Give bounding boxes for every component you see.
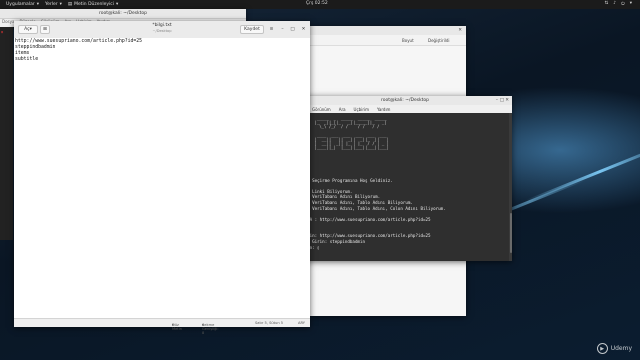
close-icon[interactable]: ✕ bbox=[505, 98, 509, 103]
prompt-glyph: ▮ bbox=[1, 30, 4, 34]
terminal-prompt-line: in: ▯ bbox=[302, 245, 508, 251]
applications-menu[interactable]: Uygulamalar ▾ bbox=[6, 2, 39, 7]
scrollbar-thumb[interactable] bbox=[509, 213, 512, 253]
new-document-button[interactable]: ⊞ bbox=[40, 25, 50, 34]
background-terminal-edge: ▮ bbox=[0, 27, 13, 240]
chevron-down-icon: ▾ bbox=[202, 323, 204, 327]
text-editor-window[interactable]: Aç ▾ ⊞ *bilgi.txt ~/Desktop Kaydet ≡ – □ … bbox=[14, 21, 310, 335]
places-label: Yerler bbox=[44, 2, 58, 7]
menu-bar: Görünüm Ara Uçbirim Yardım bbox=[298, 105, 512, 113]
power-icon: ⏻ bbox=[621, 2, 625, 7]
chevron-down-icon: ▾ bbox=[116, 2, 119, 7]
editor-line: subtitle bbox=[15, 57, 309, 63]
header-bar: Aç ▾ ⊞ *bilgi.txt ~/Desktop Kaydet ≡ – □ … bbox=[14, 21, 310, 39]
places-menu[interactable]: Yerler ▾ bbox=[45, 2, 62, 7]
top-panel: Uygulamalar ▾ Yerler ▾ ▤ Metin Düzenleyici ▾… bbox=[0, 0, 640, 9]
window-title: root@kali: ~/Desktop bbox=[98, 11, 148, 16]
text-editor-icon: ▤ bbox=[67, 2, 73, 7]
active-app-menu[interactable]: ▤ Metin Düzenleyici ▾ bbox=[68, 2, 118, 7]
chevron-down-icon: ▾ bbox=[59, 2, 62, 7]
network-icon: ⇅ bbox=[604, 1, 609, 6]
applications-label: Uygulamalar bbox=[6, 2, 35, 7]
watermark-text: Udemy bbox=[610, 345, 632, 352]
cursor-block: ▯ bbox=[317, 244, 320, 250]
window-titlebar[interactable]: root@kali: ~/Desktop bbox=[0, 9, 246, 19]
insert-mode: ARY bbox=[298, 321, 305, 325]
minimize-icon[interactable]: – bbox=[496, 98, 498, 103]
ascii-banner: _____ _ _____ _____ _____ |_ _||_||_ _||… bbox=[314, 116, 390, 151]
column-size[interactable]: Boyut bbox=[402, 38, 414, 43]
chevron-down-icon: ▾ bbox=[629, 1, 632, 6]
tab-width-label: Sekme Genişliği: 8 bbox=[202, 323, 219, 335]
menu-item[interactable]: Uçbirim bbox=[354, 107, 369, 112]
active-app-label: Metin Düzenleyici bbox=[74, 2, 115, 7]
column-modified[interactable]: Değiştirildi bbox=[428, 38, 449, 43]
editor-line-text: subtitle bbox=[15, 57, 39, 62]
hamburger-menu-icon[interactable]: ≡ bbox=[267, 25, 276, 34]
volume-icon: ♪ bbox=[613, 1, 617, 6]
clock[interactable]: Çrş 02:52 bbox=[306, 1, 328, 6]
cursor-position: Satır 5, Sütun 5 bbox=[255, 321, 284, 325]
open-button[interactable]: Aç ▾ bbox=[18, 25, 38, 34]
udemy-watermark: ▶ Udemy bbox=[596, 343, 632, 354]
chevron-down-icon: ▾ bbox=[36, 2, 39, 7]
save-button[interactable]: Kaydet bbox=[240, 25, 264, 34]
system-tray[interactable]: ⇅ ♪ ⏻ ▾ bbox=[605, 1, 632, 7]
wallpaper-streak bbox=[525, 140, 640, 203]
document-title: *bilgi.txt bbox=[152, 23, 172, 28]
terminal-window[interactable]: root@kali: ~/Desktop ⌕ – □ ✕ Görünüm Ara… bbox=[298, 96, 512, 261]
minimize-icon[interactable]: – bbox=[278, 25, 287, 34]
menu-item[interactable]: Dosya bbox=[2, 19, 14, 24]
menu-item[interactable]: Yardım bbox=[377, 107, 390, 112]
document-path: ~/Desktop bbox=[152, 29, 172, 33]
menu-item[interactable]: Ara bbox=[339, 107, 346, 112]
status-bar: Düz Metin ▾ Sekme Genişliği: 8 ▾ Satır 5… bbox=[14, 318, 310, 335]
maximize-icon[interactable]: □ bbox=[288, 25, 297, 34]
menu-item[interactable]: Görünüm bbox=[312, 107, 331, 112]
terminal-scrollbar[interactable] bbox=[509, 113, 512, 261]
udemy-logo-icon: ▶ bbox=[596, 343, 608, 354]
chevron-down-icon: ▾ bbox=[29, 27, 32, 32]
chevron-down-icon: ▾ bbox=[172, 323, 174, 327]
new-document-icon: ⊞ bbox=[43, 27, 47, 32]
maximize-icon[interactable]: □ bbox=[500, 98, 504, 103]
close-icon[interactable]: ✕ bbox=[299, 25, 308, 34]
close-icon[interactable]: ✕ bbox=[458, 28, 462, 33]
text-editor-area[interactable]: http://www.suesupriano.com/article.php?i… bbox=[14, 38, 310, 319]
window-title: root@kali: ~/Desktop bbox=[380, 98, 430, 103]
